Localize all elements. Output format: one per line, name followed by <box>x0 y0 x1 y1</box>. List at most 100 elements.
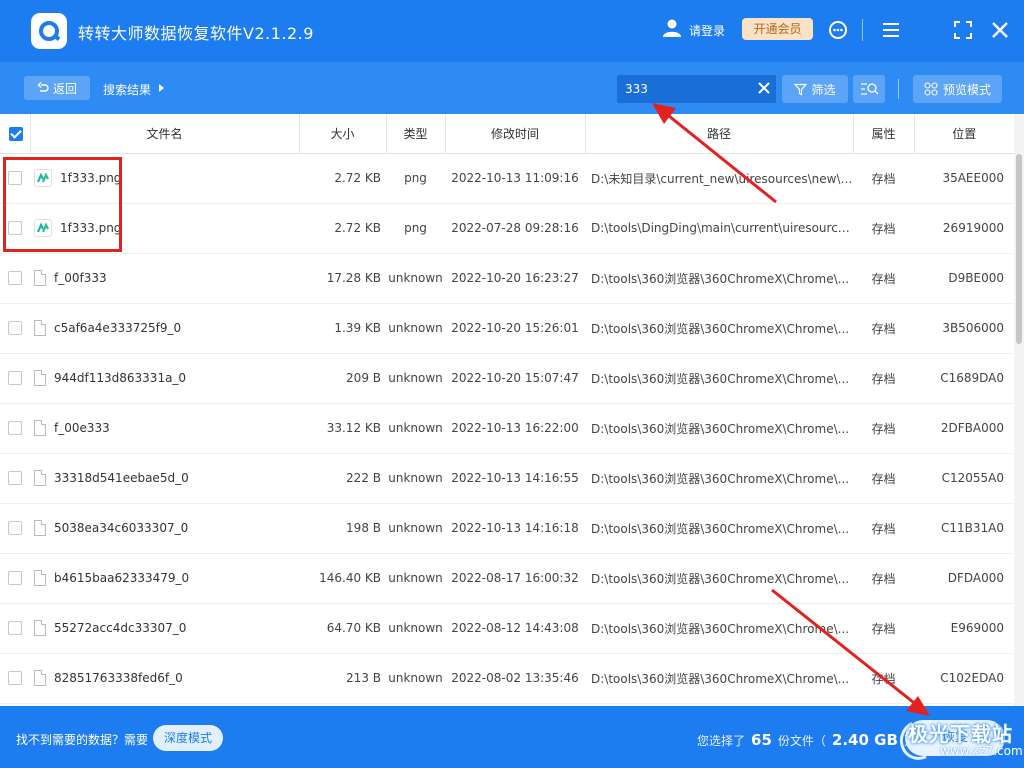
row-checkbox-cell[interactable] <box>0 303 30 354</box>
table-row[interactable]: 33318d541eebae5d_0 222 Bunknown 2022-10-13… <box>0 453 1014 504</box>
table-row[interactable]: 944df113d863331a_0 209 Bunknown 2022-10-20… <box>0 353 1014 404</box>
login-link[interactable]: 请登录 <box>689 22 725 39</box>
col-name[interactable]: 文件名 <box>30 114 300 154</box>
file-attr: 存档 <box>853 203 914 254</box>
scroll-thumb[interactable] <box>1016 154 1022 344</box>
breadcrumb[interactable]: 搜索结果 <box>103 81 151 98</box>
row-checkbox-cell[interactable] <box>0 353 30 404</box>
row-checkbox[interactable] <box>8 221 22 236</box>
row-checkbox[interactable] <box>8 571 22 586</box>
row-checkbox[interactable] <box>8 371 22 386</box>
table-row[interactable]: f_00f333 17.28 KB unknown 2022-10-20 16:23:… <box>0 253 1014 304</box>
row-checkbox[interactable] <box>8 271 22 286</box>
row-checkbox-cell[interactable] <box>0 453 30 504</box>
vip-button[interactable]: 开通会员 <box>742 18 813 40</box>
row-checkbox-cell[interactable] <box>0 503 30 554</box>
row-checkbox[interactable] <box>8 521 22 536</box>
customer-service-icon[interactable] <box>827 19 849 41</box>
file-name-cell: f_00e333 <box>30 403 299 454</box>
funnel-icon <box>794 83 808 95</box>
file-name-cell: b4615baa62333479_0 <box>30 553 299 604</box>
file-name-cell: 82851763338fed6f_0 <box>30 653 299 704</box>
table-header: 文件名 大小 类型 修改时间 路径 属性 位置 <box>0 114 1014 154</box>
file-attr: 存档 <box>853 453 914 504</box>
table-row[interactable]: b4615baa62333479_0 146.40 KB unknown 2022-0… <box>0 553 1014 604</box>
file-position: E969000 <box>914 603 1014 654</box>
file-attr: 存档 <box>853 653 914 704</box>
file-name: c5af6a4e333725f9_0 <box>54 321 182 335</box>
file-name: f_00e333 <box>54 421 110 435</box>
table-row[interactable]: c5af6a4e333725f9_0 1.39 KB unknown 2022-10-… <box>0 303 1014 354</box>
file-type: unknown <box>386 453 445 504</box>
file-mtime: 2022-08-17 16:00:32 <box>445 553 585 604</box>
table-row[interactable]: 55272acc4dc33307_0 64.70 KB unknown 2022-08… <box>0 603 1014 654</box>
table-row[interactable]: 82851763338fed6f_0 213 Bunknown 2022-08-02… <box>0 653 1014 704</box>
file-position: D9BE000 <box>914 253 1014 304</box>
row-checkbox[interactable] <box>8 421 22 436</box>
row-checkbox-cell[interactable] <box>0 153 30 204</box>
row-checkbox[interactable] <box>8 321 22 336</box>
col-attr[interactable]: 属性 <box>853 114 915 154</box>
menu-icon[interactable] <box>880 19 902 41</box>
file-path: D:\tools\360浏览器\360ChromeX\Chrome\... <box>585 503 853 554</box>
col-position[interactable]: 位置 <box>914 114 1014 154</box>
col-type[interactable]: 类型 <box>386 114 446 154</box>
table-row[interactable]: 1f333.png 2.72 KB png 2022-10-13 11:09:16 D:… <box>0 153 1014 204</box>
row-checkbox[interactable] <box>8 621 22 636</box>
clear-search-icon[interactable] <box>757 81 771 95</box>
file-type: png <box>386 153 445 204</box>
col-path[interactable]: 路径 <box>585 114 854 154</box>
row-checkbox[interactable] <box>8 671 22 686</box>
search-input[interactable] <box>625 79 745 99</box>
filter-label: 筛选 <box>811 82 836 97</box>
app-title: 转转大师数据恢复软件V2.1.2.9 <box>78 24 314 43</box>
user-icon[interactable] <box>662 18 682 38</box>
advanced-search-button[interactable] <box>853 75 885 103</box>
row-checkbox-cell[interactable] <box>0 403 30 454</box>
preview-mode-button[interactable]: 预览模式 <box>913 75 1002 103</box>
row-checkbox-cell[interactable] <box>0 553 30 604</box>
file-name-cell: 5038ea34c6033307_0 <box>30 503 299 554</box>
select-all-cell[interactable] <box>0 114 31 154</box>
file-mtime: 2022-10-13 11:09:16 <box>445 153 585 204</box>
vertical-scrollbar[interactable] <box>1014 114 1024 706</box>
row-checkbox-cell[interactable] <box>0 203 30 254</box>
row-checkbox[interactable] <box>8 171 22 186</box>
file-position: C1689DA0 <box>914 353 1014 404</box>
file-size: 17.28 KB <box>299 253 386 304</box>
file-icon <box>34 520 46 536</box>
file-type: unknown <box>386 603 445 654</box>
row-checkbox-cell[interactable] <box>0 603 30 654</box>
search-box <box>617 75 776 103</box>
close-window-icon[interactable] <box>989 19 1011 41</box>
file-icon <box>34 370 46 386</box>
file-name-cell: 33318d541eebae5d_0 <box>30 453 299 504</box>
col-mtime[interactable]: 修改时间 <box>445 114 586 154</box>
deep-mode-button[interactable]: 深度模式 <box>153 725 223 751</box>
row-checkbox-cell[interactable] <box>0 653 30 704</box>
file-type: unknown <box>386 303 445 354</box>
toolbar: 返回 搜索结果 筛选 预览模式 <box>0 62 1024 114</box>
file-icon <box>34 270 46 286</box>
footer-hint: 找不到需要的数据？需要 <box>16 733 149 747</box>
row-checkbox-cell[interactable] <box>0 253 30 304</box>
select-all-checkbox[interactable] <box>8 126 23 141</box>
table-row[interactable]: 1f333.png 2.72 KB png 2022-07-28 09:28:16 D:… <box>0 203 1014 254</box>
col-size[interactable]: 大小 <box>299 114 387 154</box>
file-size: 33.12 KB <box>299 403 386 454</box>
footer-bar: 找不到需要的数据？需要 深度模式 您选择了 65 份文件（ 2.40 GB ） … <box>0 706 1024 768</box>
png-image-icon <box>34 169 52 187</box>
maximize-icon[interactable] <box>952 19 974 41</box>
grid-icon <box>924 82 938 96</box>
file-mtime: 2022-10-20 15:07:47 <box>445 353 585 404</box>
table-row[interactable]: f_00e333 33.12 KB unknown 2022-10-13 16:22:… <box>0 403 1014 454</box>
row-checkbox[interactable] <box>8 471 22 486</box>
file-path: D:\tools\360浏览器\360ChromeX\Chrome\... <box>585 453 853 504</box>
file-path: D:\tools\360浏览器\360ChromeX\Chrome\... <box>585 353 853 404</box>
table-body: 1f333.png 2.72 KB png 2022-10-13 11:09:16 D:… <box>0 153 1014 704</box>
table-row[interactable]: 5038ea34c6033307_0 198 Bunknown 2022-10-13… <box>0 503 1014 554</box>
back-button[interactable]: 返回 <box>24 76 90 100</box>
filter-button[interactable]: 筛选 <box>782 75 848 103</box>
toolbar-divider <box>898 79 899 99</box>
watermark-title: 极光下载站 <box>908 722 1013 746</box>
